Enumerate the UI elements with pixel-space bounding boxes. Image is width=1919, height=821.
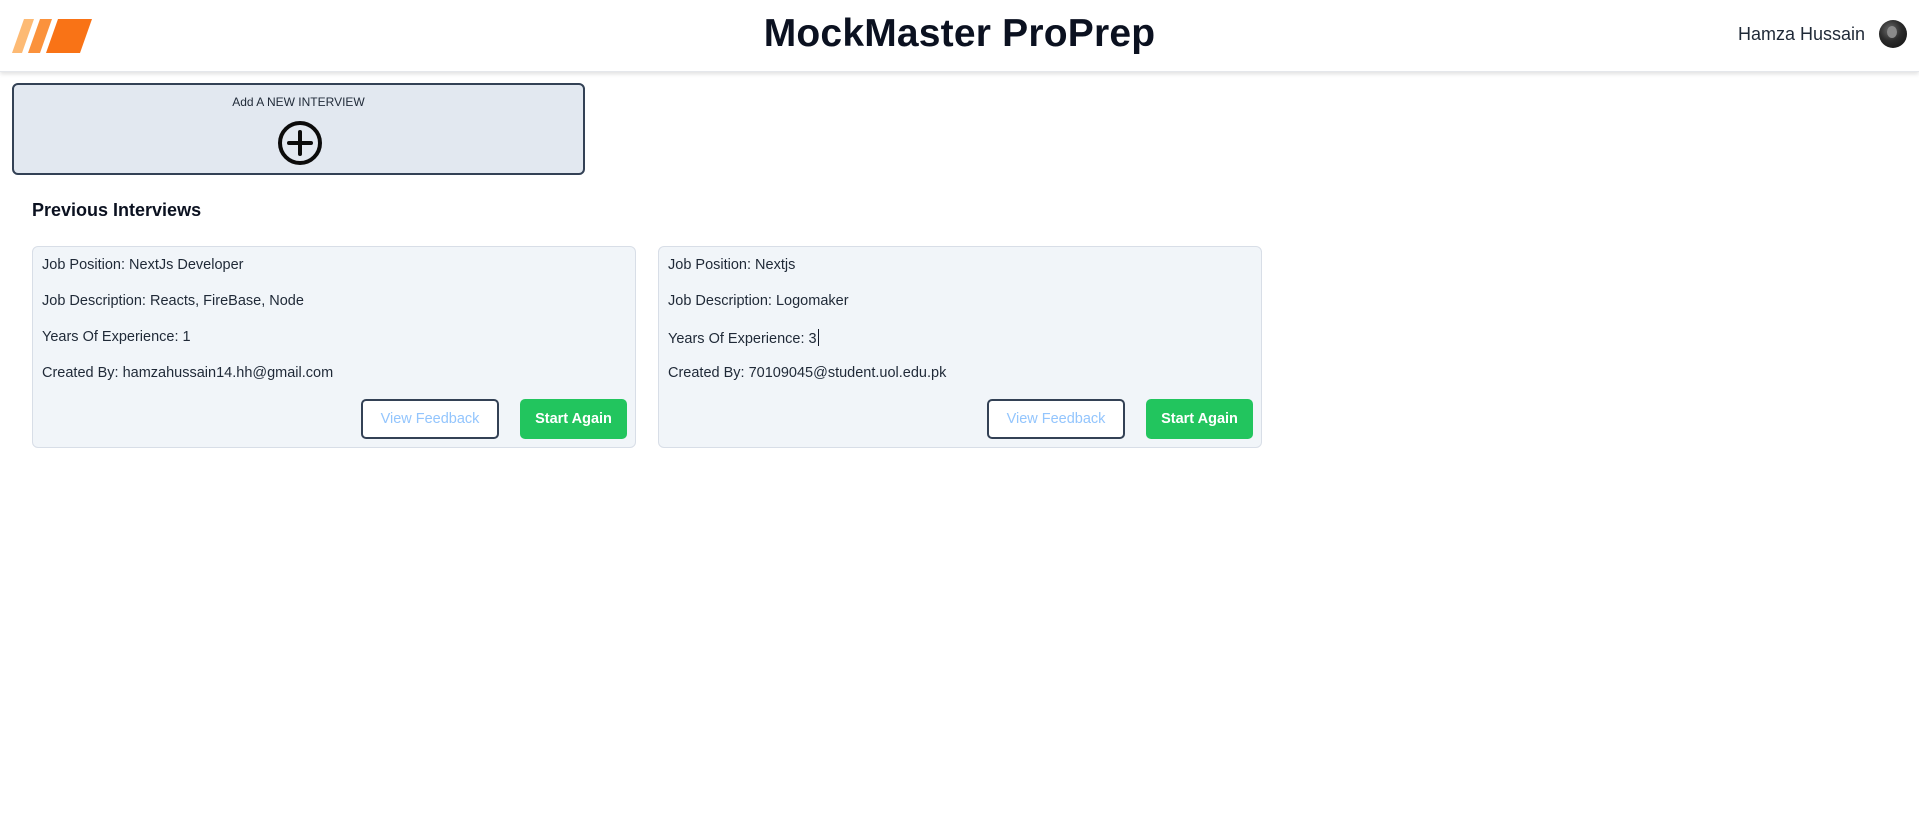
job-position: Job Position: NextJs Developer xyxy=(42,257,244,273)
view-feedback-button[interactable]: View Feedback xyxy=(987,399,1125,439)
job-position: Job Position: Nextjs xyxy=(668,257,796,273)
interview-card: Job Position: NextJs Developer Job Descr… xyxy=(32,246,636,448)
years-of-experience: Years Of Experience: 3 xyxy=(668,331,817,347)
add-new-interview-card[interactable]: Add A NEW INTERVIEW xyxy=(12,83,585,175)
user-name: Hamza Hussain xyxy=(1737,24,1865,44)
app-title: MockMaster ProPrep xyxy=(763,12,1156,55)
user-avatar-icon[interactable] xyxy=(1879,20,1907,48)
top-header: MockMaster ProPrep Hamza Hussain xyxy=(0,0,1919,72)
job-description: Job Description: Logomaker xyxy=(668,293,849,309)
created-by: Created By: 70109045@student.uol.edu.pk xyxy=(668,365,947,381)
stripes-logo-icon[interactable] xyxy=(12,19,92,53)
start-again-button[interactable]: Start Again xyxy=(520,399,627,439)
interview-card: Job Position: Nextjs Job Description: Lo… xyxy=(658,246,1262,448)
years-of-experience-row: Years Of Experience: 3 xyxy=(668,329,820,347)
start-again-button[interactable]: Start Again xyxy=(1146,399,1253,439)
job-description: Job Description: Reacts, FireBase, Node xyxy=(42,293,304,309)
years-of-experience: Years Of Experience: 1 xyxy=(42,329,191,345)
view-feedback-button[interactable]: View Feedback xyxy=(361,399,499,439)
add-interview-label: Add A NEW INTERVIEW xyxy=(232,95,365,109)
previous-interviews-heading: Previous Interviews xyxy=(32,200,202,220)
text-cursor xyxy=(817,329,820,346)
created-by: Created By: hamzahussain14.hh@gmail.com xyxy=(42,365,334,381)
plus-circle-icon xyxy=(278,121,322,165)
